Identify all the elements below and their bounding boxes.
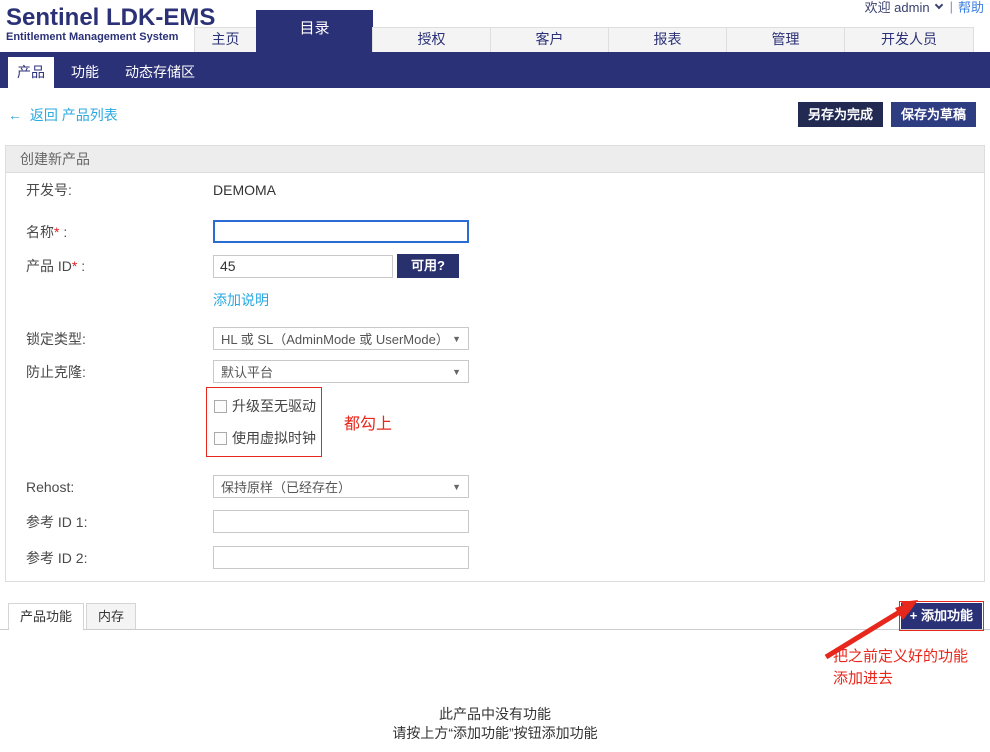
panel-title: 创建新产品 (6, 146, 984, 173)
subnav-item-memory[interactable]: 动态存储区 (116, 57, 204, 88)
empty-state-line1: 此产品中没有功能 (0, 705, 990, 724)
ref-id-2-label: 参考 ID 2: (26, 548, 213, 568)
chevron-down-icon (934, 1, 942, 9)
dropdown-arrow-icon: ▼ (452, 334, 461, 344)
lock-type-value: HL 或 SL（AdminMode 或 UserMode） (221, 329, 449, 348)
toolbar: ← 返回 产品列表 另存为完成 保存为草稿 (0, 88, 990, 145)
virtual-clock-checkbox[interactable] (214, 432, 227, 445)
features-empty-state: 此产品中没有功能 请按上方“添加功能”按钮添加功能 (0, 629, 990, 752)
product-id-input[interactable] (213, 255, 393, 278)
features-panel: + 添加功能 产品功能 内存 此产品中没有功能 请按上方“添加功能”按钮添加功能 (0, 603, 990, 752)
rehost-select[interactable]: 保持原样（已经存在） ▼ (213, 475, 469, 498)
tab-administration[interactable]: 管理 (726, 27, 845, 52)
tab-developers[interactable]: 开发人员 (844, 27, 974, 52)
dev-id-row: 开发号: DEMOMA (26, 180, 984, 200)
annotation-box-checkboxes: 升级至无驱动 使用虚拟时钟 (206, 387, 322, 457)
empty-state-line2: 请按上方“添加功能”按钮添加功能 (0, 724, 990, 743)
annotation-check-both: 都勾上 (344, 410, 392, 434)
name-label: 名称* : (26, 222, 213, 242)
app-logo: Sentinel LDK-EMS Entitlement Management … (6, 5, 215, 43)
back-link-label: 返回 产品列表 (30, 107, 118, 123)
product-id-label: 产品 ID* : (26, 256, 213, 276)
subnav-item-products[interactable]: 产品 (8, 57, 54, 88)
app-header: Sentinel LDK-EMS Entitlement Management … (0, 0, 990, 52)
rehost-row: Rehost: 保持原样（已经存在） ▼ (26, 475, 984, 498)
add-description-link[interactable]: 添加说明 (213, 290, 269, 310)
rehost-label: Rehost: (26, 479, 213, 495)
upgrade-driverless-label: 升级至无驱动 (232, 396, 316, 416)
ref-id-2-input[interactable] (213, 546, 469, 569)
add-feature-button[interactable]: + 添加功能 (901, 603, 982, 629)
save-as-complete-button[interactable]: 另存为完成 (798, 102, 883, 127)
tab-reports[interactable]: 报表 (608, 27, 727, 52)
subnav-item-features[interactable]: 功能 (62, 57, 108, 88)
add-description-row: 添加说明 (26, 293, 984, 307)
back-arrow-icon: ← (8, 107, 22, 123)
product-id-row: 产品 ID* : 可用? (26, 254, 984, 278)
clone-protection-select[interactable]: 默认平台 ▼ (213, 360, 469, 383)
dev-id-value: DEMOMA (213, 182, 276, 198)
name-input[interactable] (213, 220, 469, 243)
checkbox-group-row: 升级至无驱动 使用虚拟时钟 都勾上 (26, 387, 984, 457)
upgrade-driverless-checkbox-row: 升级至无驱动 (214, 396, 316, 416)
availability-check-button[interactable]: 可用? (397, 254, 459, 278)
clone-protection-row: 防止克隆: 默认平台 ▼ (26, 360, 984, 383)
ref-id-1-row: 参考 ID 1: (26, 510, 984, 533)
ref-id-2-row: 参考 ID 2: (26, 546, 984, 569)
lock-type-row: 锁定类型: HL 或 SL（AdminMode 或 UserMode） ▼ (26, 327, 984, 350)
tab-memory[interactable]: 内存 (86, 603, 136, 629)
save-as-draft-button[interactable]: 保存为草稿 (891, 102, 976, 127)
back-link[interactable]: ← 返回 产品列表 (8, 105, 118, 125)
tab-product-features[interactable]: 产品功能 (8, 603, 84, 629)
rehost-value: 保持原样（已经存在） (221, 477, 351, 496)
tab-catalog[interactable]: 目录 (256, 10, 373, 52)
upgrade-driverless-checkbox[interactable] (214, 400, 227, 413)
tab-entitlements[interactable]: 授权 (372, 27, 491, 52)
dev-id-label: 开发号: (26, 180, 213, 200)
ref-id-1-label: 参考 ID 1: (26, 512, 213, 532)
dropdown-arrow-icon: ▼ (452, 482, 461, 492)
virtual-clock-label: 使用虚拟时钟 (232, 428, 316, 448)
tab-customers[interactable]: 客户 (490, 27, 609, 52)
create-product-panel: 创建新产品 开发号: DEMOMA 名称* : 产品 ID* : 可用? 添加说… (5, 145, 985, 582)
name-row: 名称* : (26, 220, 984, 243)
logo-subtitle: Entitlement Management System (6, 31, 215, 43)
ref-id-1-input[interactable] (213, 510, 469, 533)
sub-nav: 产品 功能 动态存储区 (0, 52, 990, 88)
clone-protection-value: 默认平台 (221, 362, 273, 381)
features-tabs: 产品功能 内存 (0, 603, 990, 629)
clone-protection-label: 防止克隆: (26, 362, 213, 382)
tab-home[interactable]: 主页 (194, 27, 257, 52)
lock-type-label: 锁定类型: (26, 329, 213, 349)
logo-title: Sentinel LDK-EMS (6, 5, 215, 30)
main-nav: 主页 目录 授权 客户 报表 管理 开发人员 (195, 10, 974, 52)
virtual-clock-checkbox-row: 使用虚拟时钟 (214, 428, 316, 448)
lock-type-select[interactable]: HL 或 SL（AdminMode 或 UserMode） ▼ (213, 327, 469, 350)
dropdown-arrow-icon: ▼ (452, 367, 461, 377)
